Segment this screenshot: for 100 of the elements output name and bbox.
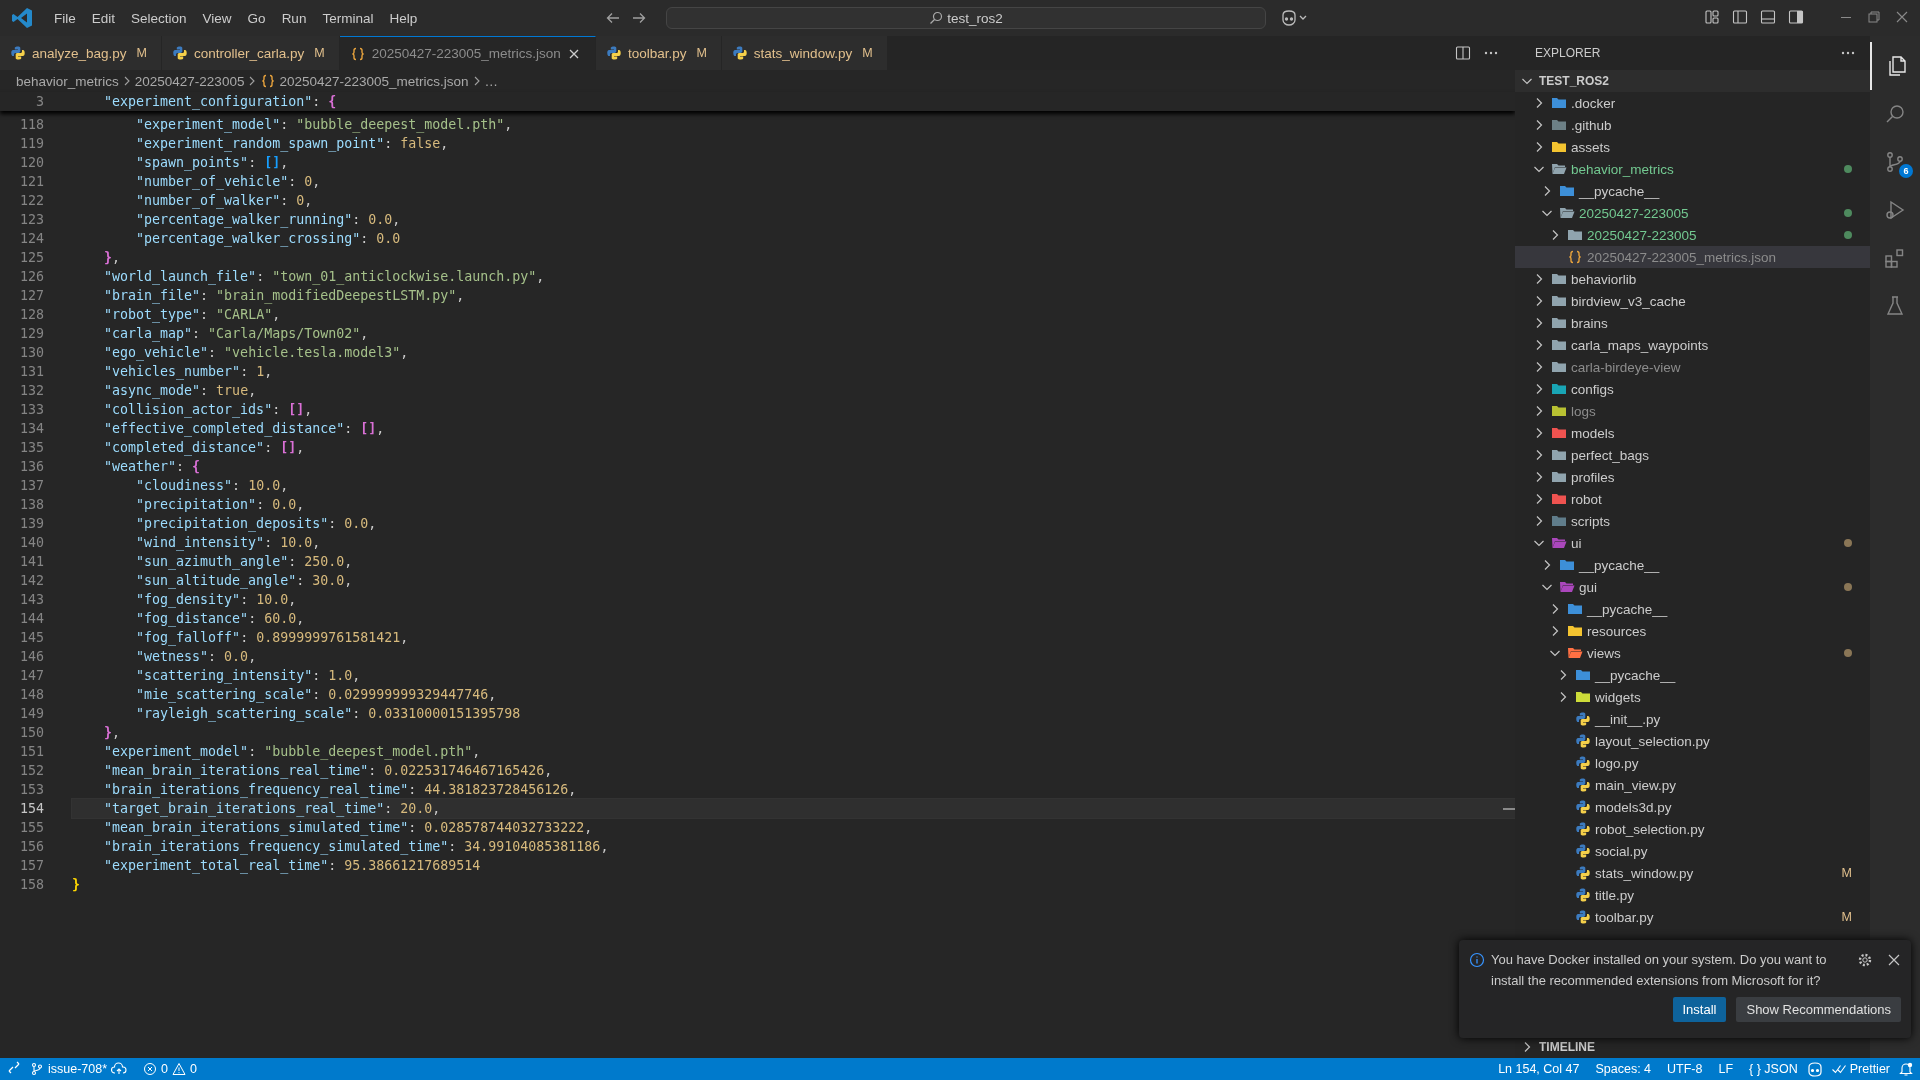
menu-item[interactable]: File xyxy=(46,6,84,30)
panel-toggle-icon[interactable] xyxy=(1760,9,1776,25)
line-number: 126 xyxy=(18,268,45,286)
status-item[interactable]: Ln 154, Col 47 xyxy=(1490,1062,1588,1076)
line-number: 151 xyxy=(18,743,45,761)
tree-item[interactable]: robot xyxy=(1515,488,1870,510)
tree-item[interactable]: carla_maps_waypoints xyxy=(1515,334,1870,356)
line-number: 141 xyxy=(18,553,45,571)
code-line: "precipitation": 0.0, xyxy=(135,496,306,514)
menu-item[interactable]: View xyxy=(194,6,240,30)
tree-item[interactable]: __pycache__ xyxy=(1515,598,1870,620)
menu-item[interactable]: Go xyxy=(239,6,274,30)
tree-item[interactable]: brains xyxy=(1515,312,1870,334)
branch-indicator[interactable]: issue-708* xyxy=(22,1062,136,1076)
tree-item[interactable]: behavior_metrics xyxy=(1515,158,1870,180)
menu-item[interactable]: Terminal xyxy=(314,6,382,30)
tree-item[interactable]: models xyxy=(1515,422,1870,444)
editor-tab[interactable]: controller_carla.py M xyxy=(162,36,340,70)
tree-item[interactable]: resources xyxy=(1515,620,1870,642)
line-number: 138 xyxy=(18,496,45,514)
line-number: 131 xyxy=(18,363,45,381)
menu-item[interactable]: Edit xyxy=(83,6,124,30)
tree-item[interactable]: assets xyxy=(1515,136,1870,158)
assistant-icon[interactable] xyxy=(1805,1061,1824,1077)
tree-item[interactable]: __init__.py xyxy=(1515,708,1870,730)
problems-indicator[interactable]: 0 0 xyxy=(135,1062,205,1076)
curly-braces-icon xyxy=(260,73,277,89)
tree-item[interactable]: social.py xyxy=(1515,840,1870,862)
tree-item[interactable]: scripts xyxy=(1515,510,1870,532)
layout-icon[interactable] xyxy=(1704,9,1720,25)
breadcrumb-item[interactable]: 20250427-223005 xyxy=(134,73,245,89)
line-number: 129 xyxy=(18,325,45,343)
status-item[interactable]: Spaces: 4 xyxy=(1587,1062,1660,1076)
tree-item[interactable]: __pycache__ xyxy=(1515,664,1870,686)
editor-tab[interactable]: stats_window.py M xyxy=(721,36,888,70)
tree-item[interactable]: views xyxy=(1515,642,1870,664)
tree-item[interactable]: 20250427-223005 xyxy=(1515,202,1870,224)
menu-item[interactable]: Selection xyxy=(123,6,195,30)
tree-item[interactable]: configs xyxy=(1515,378,1870,400)
error-icon xyxy=(143,1062,158,1076)
tree-item[interactable]: logo.py xyxy=(1515,752,1870,774)
code-line: "async_mode": true, xyxy=(103,382,258,400)
formatter-status[interactable]: Prettier xyxy=(1823,1062,1898,1076)
tree-item[interactable]: .docker xyxy=(1515,92,1870,114)
tree-item[interactable]: carla-birdeye-view xyxy=(1515,356,1870,378)
tree-item[interactable]: widgets xyxy=(1515,686,1870,708)
search-icon xyxy=(929,11,944,25)
split-editor-icon[interactable] xyxy=(1455,45,1471,61)
code-line: "weather": { xyxy=(103,458,202,476)
close-icon[interactable] xyxy=(1887,953,1901,967)
tree-item[interactable]: robot_selection.py xyxy=(1515,818,1870,840)
code-line: "world_launch_file": "town_01_anticlockwise.launch.py", xyxy=(103,268,546,286)
line-number: 118 xyxy=(18,116,45,134)
workspace-header[interactable]: TEST_ROS2 xyxy=(1515,70,1870,92)
warning-icon xyxy=(172,1062,187,1076)
forward-arrow-icon[interactable] xyxy=(631,10,647,26)
breadcrumb-item[interactable]: … xyxy=(484,73,499,89)
tree-item[interactable]: main_view.py xyxy=(1515,774,1870,796)
tree-item[interactable]: behaviorlib xyxy=(1515,268,1870,290)
restore-icon[interactable] xyxy=(1866,9,1882,25)
code-line: }, xyxy=(103,249,122,267)
breadcrumb-item[interactable]: 20250427-223005_metrics.json xyxy=(260,73,469,89)
language-mode[interactable]: { } JSON xyxy=(1741,1062,1806,1076)
sidebar-toggle-icon[interactable] xyxy=(1732,9,1748,25)
tree-item[interactable]: title.py xyxy=(1515,884,1870,906)
tree-item[interactable]: logs xyxy=(1515,400,1870,422)
tree-item[interactable]: toolbar.py M xyxy=(1515,906,1870,928)
menu-item[interactable]: Help xyxy=(381,6,426,30)
code-line: "carla_map": "Carla/Maps/Town02", xyxy=(103,325,370,343)
bell-icon[interactable] xyxy=(1898,1061,1914,1077)
assistant-icon[interactable] xyxy=(1280,9,1308,27)
close-icon[interactable] xyxy=(1894,9,1910,25)
tree-item[interactable]: birdview_v3_cache xyxy=(1515,290,1870,312)
status-item[interactable]: UTF-8 xyxy=(1659,1062,1711,1076)
tree-item[interactable]: perfect_bags xyxy=(1515,444,1870,466)
breadcrumb-item[interactable]: behavior_metrics xyxy=(16,73,119,89)
tree-item[interactable]: profiles xyxy=(1515,466,1870,488)
editor-tab[interactable]: analyze_bag.py M xyxy=(0,36,162,70)
tree-item[interactable]: 20250427-223005_metrics.json xyxy=(1515,246,1870,268)
search-field[interactable]: test_ros2 xyxy=(666,7,1266,29)
install-button[interactable]: Install xyxy=(1672,997,1727,1022)
line-number: 143 xyxy=(18,591,45,609)
tree-item[interactable]: .github xyxy=(1515,114,1870,136)
back-arrow-icon[interactable] xyxy=(605,10,621,26)
line-number: 149 xyxy=(18,705,45,723)
editor-tab[interactable]: toolbar.py M xyxy=(595,36,722,70)
tree-item[interactable]: 20250427-223005 xyxy=(1515,224,1870,246)
tree-item[interactable]: __pycache__ xyxy=(1515,180,1870,202)
settings-icon[interactable] xyxy=(1857,952,1873,968)
tree-item[interactable]: ui xyxy=(1515,532,1870,554)
tree-item[interactable]: __pycache__ xyxy=(1515,554,1870,576)
menu-item[interactable]: Run xyxy=(273,6,315,30)
line-number: 123 xyxy=(18,211,45,229)
tree-item[interactable]: stats_window.py M xyxy=(1515,862,1870,884)
tree-item[interactable]: gui xyxy=(1515,576,1870,598)
tree-item[interactable]: models3d.py xyxy=(1515,796,1870,818)
tree-item[interactable]: layout_selection.py xyxy=(1515,730,1870,752)
status-item[interactable]: LF xyxy=(1710,1062,1742,1076)
secondary-sidebar-icon[interactable] xyxy=(1788,9,1804,25)
recommendations-button[interactable]: Show Recommendations xyxy=(1736,997,1901,1022)
